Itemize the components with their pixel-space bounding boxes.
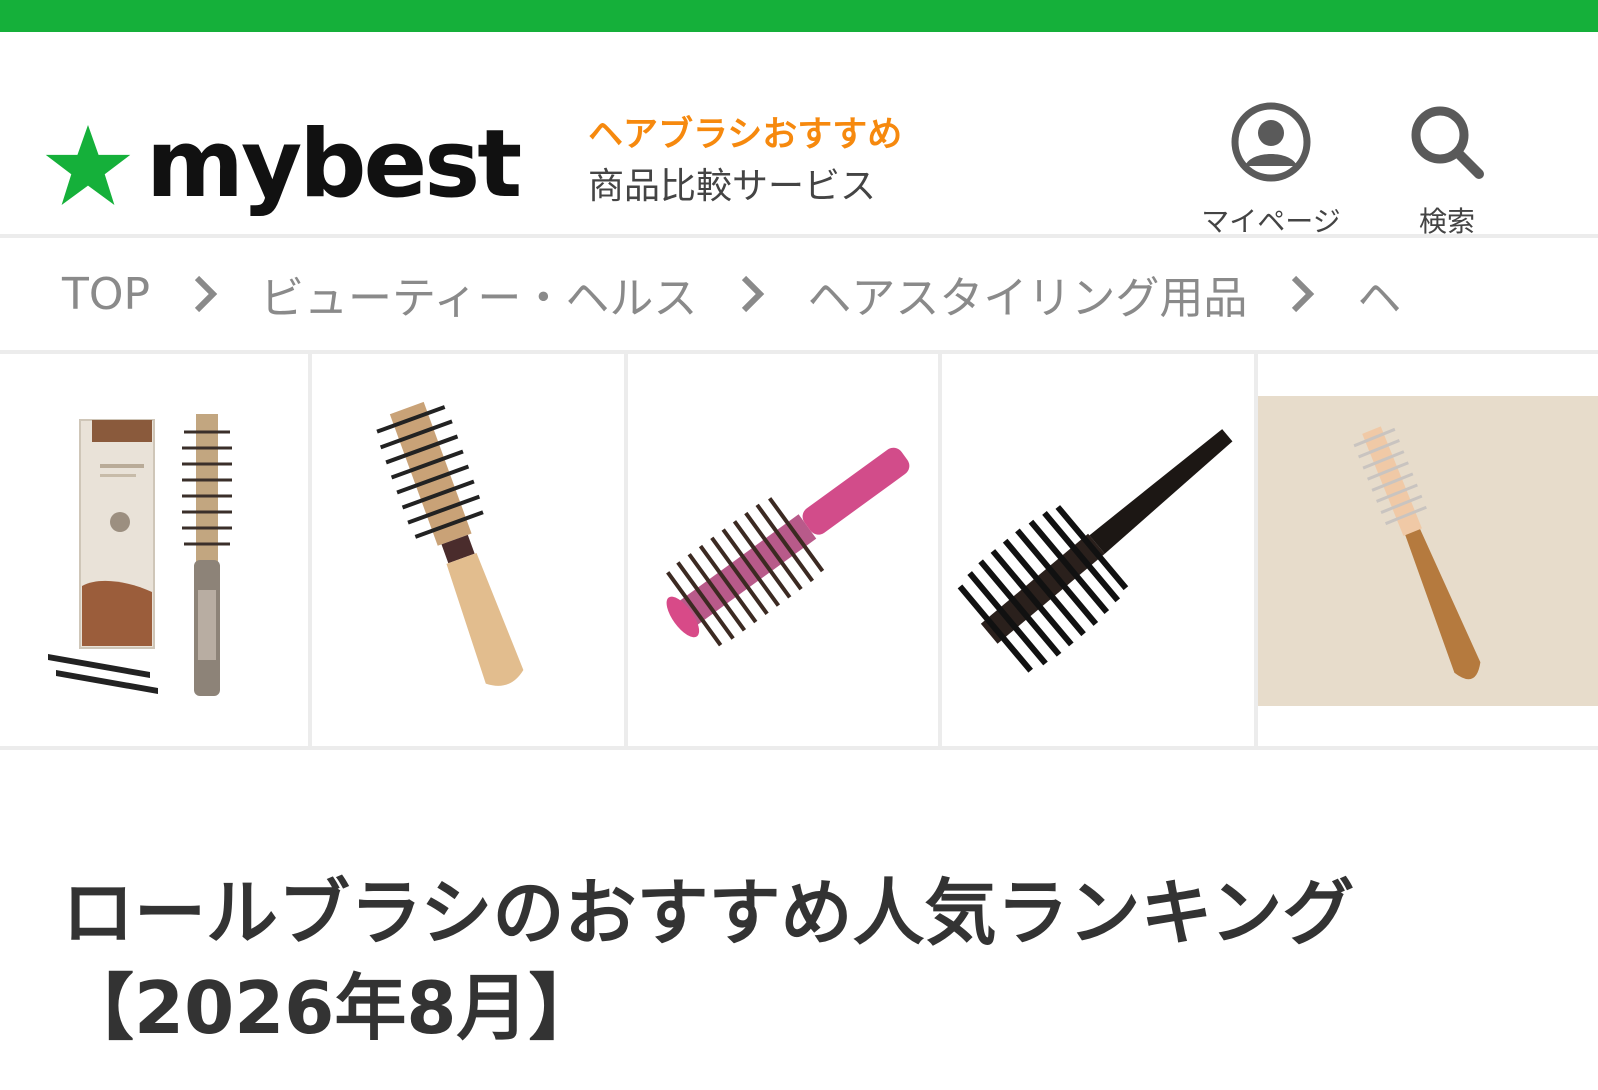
breadcrumb-item-beauty-health[interactable]: ビューティー・ヘルス	[260, 262, 697, 326]
top-accent-bar	[0, 0, 1598, 32]
product-image-strip	[0, 354, 1598, 746]
mypage-button[interactable]: マイページ	[1196, 98, 1346, 240]
user-circle-icon	[1231, 102, 1311, 186]
category-tag: ヘアブラシおすすめ	[588, 115, 903, 155]
chevron-right-icon	[1247, 274, 1357, 314]
star-icon	[44, 123, 132, 207]
page-title-line1: ロールブラシのおすすめ人気ランキング	[62, 871, 1355, 956]
site-logo[interactable]: mybest	[44, 110, 522, 219]
product-image[interactable]	[942, 354, 1258, 746]
search-button[interactable]: 検索	[1392, 98, 1502, 240]
product-image[interactable]	[0, 354, 312, 746]
page-title: ロールブラシのおすすめ人気ランキング 【2026年8月】	[62, 866, 1542, 1056]
site-header: mybest ヘアブラシおすすめ 商品比較サービス マイページ 検索	[0, 32, 1598, 238]
breadcrumb-item-hair-styling[interactable]: ヘアスタイリング用品	[807, 262, 1247, 326]
chevron-right-icon	[697, 274, 807, 314]
brand-name: mybest	[146, 110, 522, 219]
image-strip-divider	[0, 746, 1598, 750]
page-title-line2: 【2026年8月】	[62, 966, 601, 1051]
magnifier-icon	[1407, 102, 1487, 186]
breadcrumb-item-top[interactable]: TOP	[62, 269, 150, 320]
product-image[interactable]	[312, 354, 628, 746]
product-image[interactable]	[1258, 354, 1598, 746]
chevron-right-icon	[150, 274, 260, 314]
product-image[interactable]	[628, 354, 942, 746]
breadcrumb-item-hair[interactable]: ヘ	[1357, 262, 1401, 326]
header-tagline: ヘアブラシおすすめ 商品比較サービス	[588, 114, 902, 212]
breadcrumb: TOP ビューティー・ヘルス ヘアスタイリング用品 ヘ	[0, 238, 1598, 350]
service-tag: 商品比較サービス	[588, 166, 877, 207]
